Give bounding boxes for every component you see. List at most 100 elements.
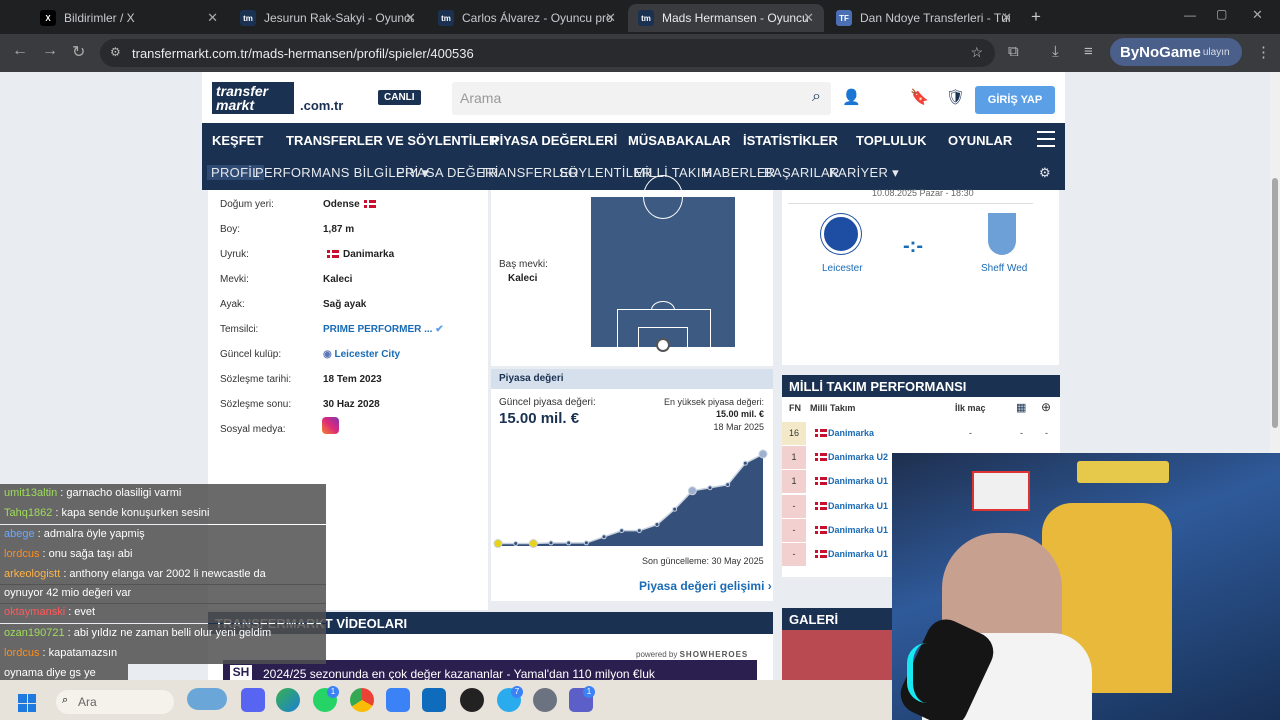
chart-point[interactable] [707,485,713,491]
search-icon[interactable]: ⌕ [812,88,821,106]
new-tab-icon[interactable]: + [1031,7,1041,27]
settings-gear-icon[interactable]: ⚙ [1039,165,1051,181]
club-link[interactable]: ◉ Leicester City [323,349,400,360]
live-button[interactable]: CANLI [378,90,421,105]
taskbar-search[interactable]: Ara [56,690,174,714]
away-team[interactable]: Sheff Wed [981,263,1027,274]
chart-point[interactable] [513,541,519,547]
chat-text: : garnacho olasiligi varmi [57,487,182,499]
menu-item[interactable]: MÜSABAKALAR [628,133,731,148]
media-icon[interactable]: ≡ [1084,43,1093,60]
chart-point[interactable] [548,540,554,546]
site-info-icon[interactable]: ⚙ [110,45,121,59]
shield-icon[interactable]: 🛡 [946,88,965,106]
home-team[interactable]: Leicester [822,263,863,274]
tab-2[interactable]: tm Carlos Álvarez - Oyuncu profili ✕ [428,4,626,32]
chart-point[interactable] [619,528,625,534]
reload-icon[interactable]: ↻ [72,42,85,62]
sheffield-wednesday-crest-icon[interactable] [988,213,1016,255]
hamburger-menu-icon[interactable] [1037,131,1055,147]
national-team-link[interactable]: Danimarka U1 [828,476,888,486]
domain-selector[interactable]: .com.tr [300,98,343,113]
discord-icon[interactable] [241,688,265,712]
minimize-icon[interactable]: — [1184,8,1196,22]
back-icon[interactable]: ← [12,42,28,60]
submenu-item[interactable]: KARİYER ▾ [829,165,899,181]
file-explorer-icon[interactable] [386,688,410,712]
market-value-history-link[interactable]: Piyasa değeri gelişimi › [639,579,772,593]
chat-message: lordcus : onu sağa taşı abi [0,545,326,565]
maximize-icon[interactable]: ▢ [1216,7,1227,21]
chart-point[interactable] [758,449,768,459]
info-label: Güncel kulüp: [220,349,282,360]
outlook-icon[interactable] [422,688,446,712]
menu-item[interactable]: KEŞFET [212,133,263,148]
last-updated: Son güncelleme: 30 May 2025 [642,556,764,566]
national-team-link[interactable]: Danimarka U2 [828,452,888,462]
national-team-row[interactable]: 16 Danimarka - - - [782,422,1060,445]
chart-point[interactable] [566,540,572,546]
menu-item[interactable]: İSTATİSTİKLER [743,133,838,148]
national-team-link[interactable]: Danimarka U1 [828,549,888,559]
bookmark-star-icon[interactable]: ☆ [970,44,983,61]
chart-point[interactable] [742,460,748,466]
menu-item[interactable]: PİYASA DEĞERLERİ [491,133,617,148]
chart-point[interactable] [672,506,678,512]
menu-item[interactable]: TOPLULUK [856,133,927,148]
chart-point[interactable] [528,539,538,549]
leicester-crest-icon[interactable] [821,214,861,254]
tab-0[interactable]: X Bildirimler / X ✕ [30,4,228,32]
chrome-icon[interactable] [350,688,374,712]
start-windows-icon[interactable] [18,694,36,712]
chat-text: : abi yıldız ne zaman belli olur yeni ge… [64,627,272,639]
extensions-icon[interactable]: ⧉ [1008,43,1019,60]
menu-item[interactable]: OYUNLAR [948,133,1012,148]
national-team-link[interactable]: Danimarka [828,428,874,438]
url-field[interactable]: ⚙ transfermarkt.com.tr/mads-hermansen/pr… [100,39,995,67]
col-header: İlk maç [955,403,986,413]
tab-1[interactable]: tm Jesurun Rak-Sakyi - Oyuncu pr ✕ [230,4,426,32]
goals-ball-icon: ⊕ [1041,400,1052,414]
tf-favicon-icon: TF [836,10,852,26]
chart-point[interactable] [725,482,731,488]
chat-username: oktaymanski [4,606,66,618]
info-label: Ayak: [220,299,245,310]
close-icon[interactable]: ✕ [1001,10,1012,26]
agent-link[interactable]: PRIME PERFORMER ... ✔ [323,324,444,335]
login-button[interactable]: GİRİŞ YAP [975,86,1055,114]
search-input[interactable]: Arama ⌕ [452,82,831,115]
chart-point[interactable] [636,528,642,534]
powered-by: powered by SHOWHEROES [636,650,749,659]
weather-widget-icon[interactable] [187,688,227,710]
transfermarkt-logo[interactable]: transfer markt [212,82,294,114]
close-icon[interactable]: ✕ [605,10,616,26]
info-label: Doğum yeri: [220,199,274,210]
close-icon[interactable]: ✕ [803,10,814,26]
forward-icon[interactable]: → [42,42,58,60]
menu-dots-icon[interactable]: ⋮ [1256,43,1271,61]
chart-point[interactable] [654,522,660,528]
settings-icon[interactable] [533,688,557,712]
download-icon[interactable]: ⤓ [1052,43,1059,60]
tab-3-active[interactable]: tm Mads Hermansen - Oyuncu pro ✕ [628,4,824,32]
bookmark-icon[interactable]: 🔖 [910,88,929,106]
market-value-chart[interactable] [491,442,773,552]
chart-point[interactable] [583,540,589,546]
bynogame-extension[interactable]: ByNoGame ulayın [1110,38,1242,66]
chart-point[interactable] [687,486,697,496]
close-icon[interactable]: ✕ [207,10,218,26]
chat-message: oynuyor 42 mio değeri var [0,584,326,604]
menu-item[interactable]: TRANSFERLER VE SÖYLENTİLER [286,133,498,148]
window-close-icon[interactable]: ✕ [1252,7,1263,23]
edge-icon[interactable] [276,688,300,712]
close-icon[interactable]: ✕ [405,10,416,26]
instagram-icon[interactable] [322,417,339,434]
club-crest-icon: ◉ [323,349,332,360]
tab-4[interactable]: TF Dan Ndoye Transferleri - Tüm S ✕ [826,4,1022,32]
national-team-link[interactable]: Danimarka U1 [828,525,888,535]
national-team-link[interactable]: Danimarka U1 [828,501,888,511]
obs-icon[interactable] [460,688,484,712]
chart-point[interactable] [601,534,607,540]
user-search-icon[interactable]: 👤 [842,88,861,106]
chart-point[interactable] [493,539,503,549]
